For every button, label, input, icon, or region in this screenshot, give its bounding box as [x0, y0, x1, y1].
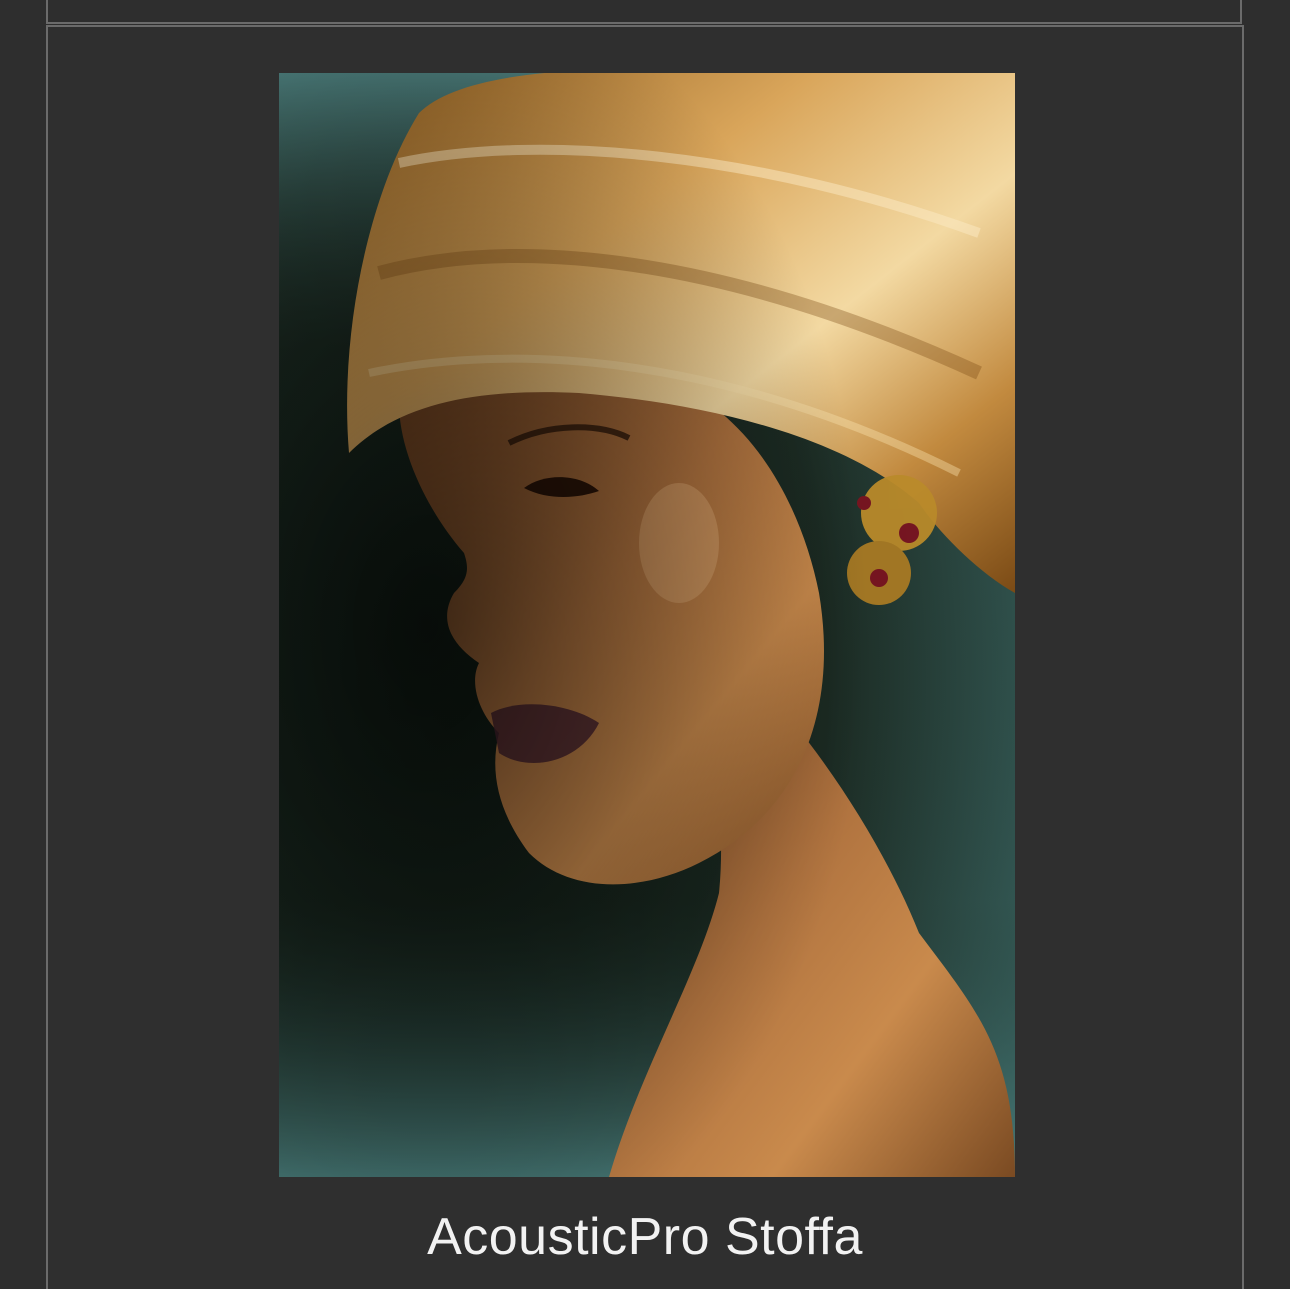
previous-product-card[interactable]: [46, 0, 1242, 24]
product-title[interactable]: AcousticPro Stoffa: [48, 1207, 1242, 1267]
product-photo-portrait: [279, 73, 1015, 1177]
product-card[interactable]: AcousticPro Stoffa: [46, 25, 1244, 1289]
product-image[interactable]: [279, 73, 1015, 1177]
page: AcousticPro Stoffa: [0, 0, 1290, 1289]
